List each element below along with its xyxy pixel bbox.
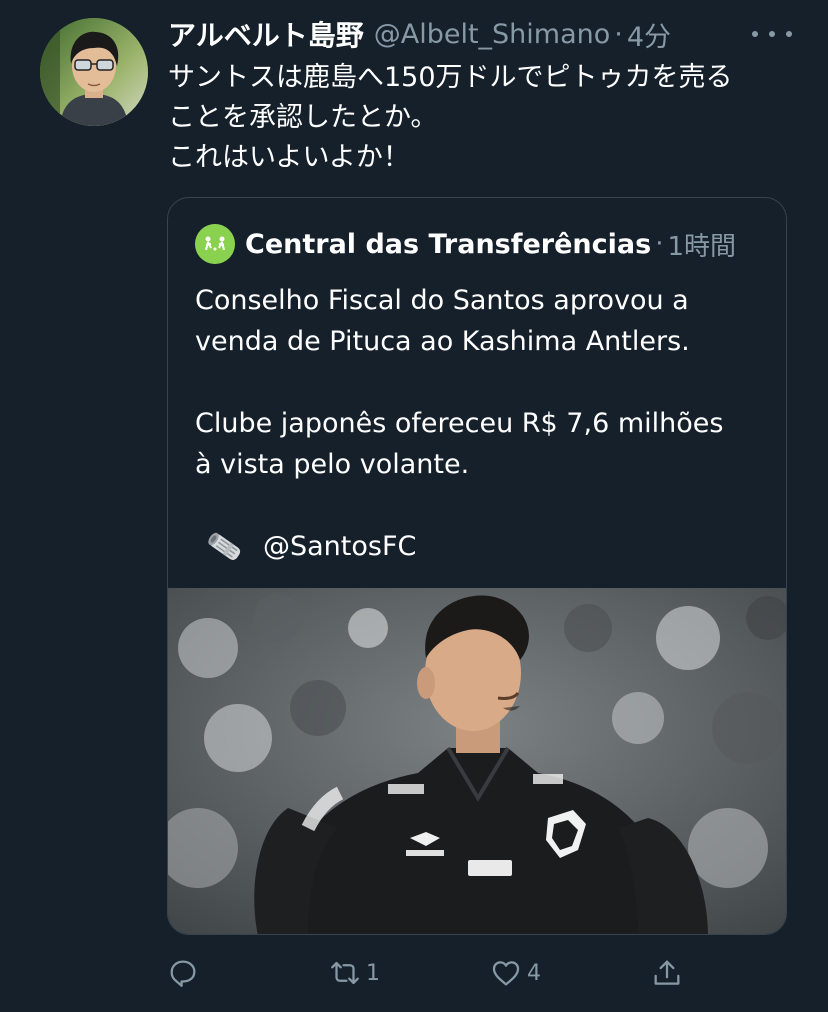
reply-icon [166, 956, 200, 990]
quoted-text-line: à vista pelo volante. [195, 449, 470, 480]
quoted-tweet-image[interactable] [168, 588, 786, 934]
quoted-tweet[interactable]: Central das Transferências · 1時間 Conselh… [167, 197, 787, 935]
tweet[interactable]: アルベルト島野 @Albelt_Shimano · 4分 サントスは鹿島へ150… [0, 0, 828, 1012]
tweet-text-line: これはいよいよか！ [168, 142, 410, 173]
quoted-text-line: venda de Pituca ao Kashima Antlers. [195, 326, 690, 357]
share-button[interactable] [650, 948, 688, 998]
quoted-avatar[interactable] [195, 224, 235, 264]
quoted-tweet-header: Central das Transferências · 1時間 [195, 224, 736, 264]
share-icon [650, 956, 684, 990]
retweet-count: 1 [366, 960, 380, 986]
santos-mention-link[interactable]: @SantosFC [263, 526, 416, 567]
quoted-text-line [195, 485, 765, 526]
quoted-text-line: Conselho Fiscal do Santos aprovou a [195, 285, 689, 316]
tweet-text-line: ことを承認したとか。 [168, 102, 438, 133]
tweet-header: アルベルト島野 @Albelt_Shimano · 4分 [168, 12, 671, 56]
like-count: 4 [527, 960, 541, 986]
like-button[interactable]: 4 [489, 948, 541, 998]
quoted-text-line [195, 362, 765, 403]
quoted-tweet-text: Conselho Fiscal do Santos aprovou a vend… [195, 280, 765, 567]
quoted-timestamp: 1時間 [667, 231, 737, 262]
user-handle[interactable]: @Albelt_Shimano [374, 19, 611, 50]
separator-dot: · [655, 229, 664, 259]
quoted-text-line: Clube japonês ofereceu R$ 7,6 milhões [195, 408, 724, 439]
separator-dot: · [614, 18, 623, 50]
user-avatar[interactable] [40, 18, 148, 126]
display-name[interactable]: アルベルト島野 [168, 14, 364, 54]
tweet-actions: 1 4 [0, 948, 828, 998]
reply-button[interactable] [166, 948, 204, 998]
more-dot [769, 31, 775, 37]
tweet-text: サントスは鹿島へ150万ドルでピトゥカを売る ことを承認したとか。 これはいよい… [168, 58, 808, 178]
quoted-mention-line: @SantosFC [195, 526, 765, 567]
more-dot [786, 31, 792, 37]
retweet-button[interactable]: 1 [328, 948, 380, 998]
tweet-timestamp[interactable]: 4分 [627, 15, 671, 54]
quoted-display-name[interactable]: Central das Transferências [245, 229, 651, 260]
like-icon [489, 956, 523, 990]
more-dot [752, 31, 758, 37]
retweet-icon [328, 956, 362, 990]
more-options-icon[interactable] [752, 20, 792, 48]
tweet-text-line: サントスは鹿島へ150万ドルでピトゥカを売る [168, 62, 733, 93]
rolled-up-newspaper-icon [203, 529, 247, 565]
